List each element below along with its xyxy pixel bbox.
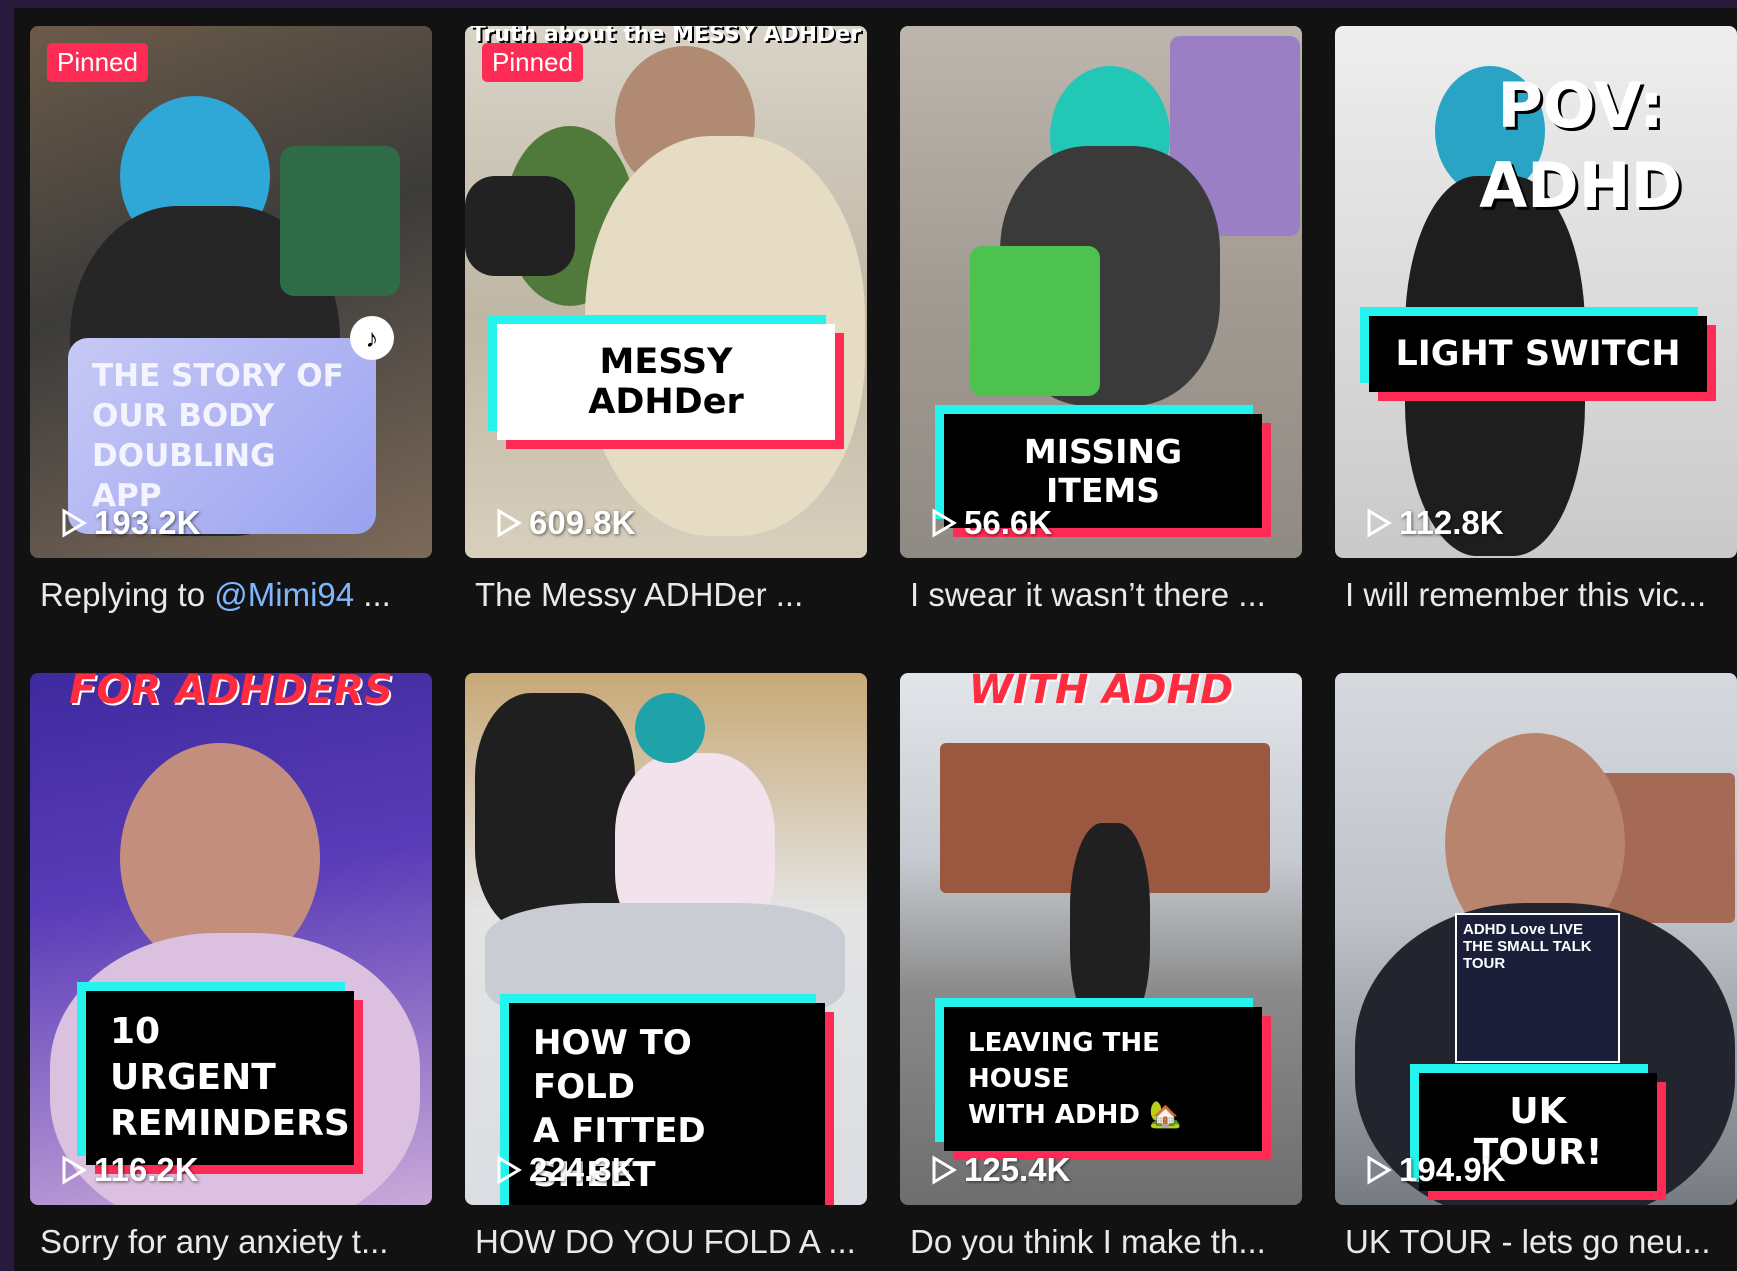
caption-line: HOW TO FOLD <box>533 1023 692 1107</box>
video-card[interactable]: MISSING ITEMS 56.6K I swear it wasn’t th… <box>900 26 1302 614</box>
play-icon <box>495 508 523 538</box>
view-count-value: 194.9K <box>1399 1151 1506 1188</box>
view-count: 125.4K <box>930 1151 1070 1189</box>
tiktok-logo-icon: ♪ <box>350 316 394 360</box>
video-thumbnail[interactable]: Truth about the MESSY ADHDer Pinned MESS… <box>465 26 867 558</box>
video-thumbnail[interactable]: MISSING ITEMS 56.6K <box>900 26 1302 558</box>
mention-link[interactable]: @Mimi94 <box>214 576 354 613</box>
view-count-value: 112.8K <box>1399 504 1504 541</box>
video-description[interactable]: I swear it wasn’t there ... <box>900 576 1302 614</box>
video-card[interactable]: Truth about the MESSY ADHDer Pinned MESS… <box>465 26 867 614</box>
toolbox <box>280 146 400 296</box>
view-count-value: 609.8K <box>529 504 636 541</box>
pov-line: POV: <box>1497 69 1664 142</box>
pinned-badge: Pinned <box>482 43 583 82</box>
view-count: 112.8K <box>1365 504 1504 542</box>
video-description[interactable]: Do you think I make th... <box>900 1223 1302 1261</box>
view-count: 116.2K <box>60 1151 199 1189</box>
caption-line: REMINDERS <box>110 1103 350 1144</box>
video-thumbnail[interactable]: HOW TO FOLD A FITTED SHEET 224.3K <box>465 673 867 1205</box>
video-thumbnail[interactable]: Pinned THE STORY OF OUR BODY DOUBLING AP… <box>30 26 432 558</box>
view-count-value: 56.6K <box>964 504 1053 541</box>
video-description[interactable]: UK TOUR - lets go neu... <box>1335 1223 1737 1261</box>
video-card[interactable]: Pinned THE STORY OF OUR BODY DOUBLING AP… <box>30 26 432 614</box>
video-caption: LEAVING THE HOUSE WITH ADHD 🏡 <box>944 1007 1262 1151</box>
play-icon <box>930 1155 958 1185</box>
description-text: Replying to <box>40 576 215 613</box>
play-icon <box>1365 508 1393 538</box>
video-caption: LIGHT SWITCH <box>1369 316 1707 392</box>
view-count-value: 125.4K <box>964 1151 1071 1188</box>
play-icon <box>930 508 958 538</box>
video-caption: MESSY ADHDer <box>497 324 835 440</box>
person-hair <box>635 693 705 763</box>
poster-line: ADHD Love LIVE <box>1463 921 1584 938</box>
video-grid: Pinned THE STORY OF OUR BODY DOUBLING AP… <box>14 8 1737 1271</box>
caption-line: LEAVING THE HOUSE <box>968 1028 1160 1094</box>
poster-line: THE SMALL TALK TOUR <box>1463 938 1592 972</box>
video-description[interactable]: Sorry for any anxiety t... <box>30 1223 432 1261</box>
video-thumbnail[interactable]: WITH ADHD LEAVING THE HOUSE WITH ADHD 🏡 … <box>900 673 1302 1205</box>
view-count-value: 116.2K <box>94 1151 199 1188</box>
person-one <box>475 693 635 933</box>
video-card[interactable]: POV: ADHD LIGHT SWITCH 112.8K I will rem… <box>1335 26 1737 614</box>
video-thumbnail[interactable]: FOR ADHDERS 10 URGENT REMINDERS 116.2K <box>30 673 432 1205</box>
description-ellipsis: ... <box>354 576 391 613</box>
view-count: 224.3K <box>495 1151 635 1189</box>
view-count-value: 193.2K <box>94 504 201 541</box>
play-icon <box>495 1155 523 1185</box>
video-description[interactable]: I will remember this vic... <box>1335 576 1737 614</box>
video-caption: 10 URGENT REMINDERS <box>86 991 354 1165</box>
play-icon <box>60 1155 88 1185</box>
pinned-badge: Pinned <box>47 43 148 82</box>
caption-line: WITH ADHD 🏡 <box>968 1100 1182 1130</box>
pov-line: ADHD <box>1479 149 1682 222</box>
video-thumbnail[interactable]: POV: ADHD LIGHT SWITCH 112.8K <box>1335 26 1737 558</box>
video-card[interactable]: HOW TO FOLD A FITTED SHEET 224.3K HOW DO… <box>465 673 867 1261</box>
video-thumbnail[interactable]: ADHD Love LIVE THE SMALL TALK TOUR UK TO… <box>1335 673 1737 1205</box>
view-count: 193.2K <box>60 504 200 542</box>
overlay-title: WITH ADHD <box>968 673 1234 713</box>
video-card[interactable]: FOR ADHDERS 10 URGENT REMINDERS 116.2K S… <box>30 673 432 1261</box>
overlay-title: FOR ADHDERS <box>69 673 393 713</box>
view-count-value: 224.3K <box>529 1151 636 1188</box>
video-card[interactable]: WITH ADHD LEAVING THE HOUSE WITH ADHD 🏡 … <box>900 673 1302 1261</box>
video-description[interactable]: The Messy ADHDer ... <box>465 576 867 614</box>
green-bag <box>970 246 1100 396</box>
microphone <box>465 176 575 276</box>
view-count: 194.9K <box>1365 1151 1505 1189</box>
pov-overlay: POV: ADHD <box>1479 66 1682 226</box>
view-count: 56.6K <box>930 504 1052 542</box>
walking-person <box>1070 823 1150 1033</box>
view-count: 609.8K <box>495 504 635 542</box>
video-card[interactable]: ADHD Love LIVE THE SMALL TALK TOUR UK TO… <box>1335 673 1737 1261</box>
tour-poster: ADHD Love LIVE THE SMALL TALK TOUR <box>1455 913 1620 1063</box>
play-icon <box>1365 1155 1393 1185</box>
video-description[interactable]: Replying to @Mimi94 ... <box>30 576 432 614</box>
video-description[interactable]: HOW DO YOU FOLD A ... <box>465 1223 867 1261</box>
caption-line: 10 URGENT <box>110 1011 276 1098</box>
play-icon <box>60 508 88 538</box>
